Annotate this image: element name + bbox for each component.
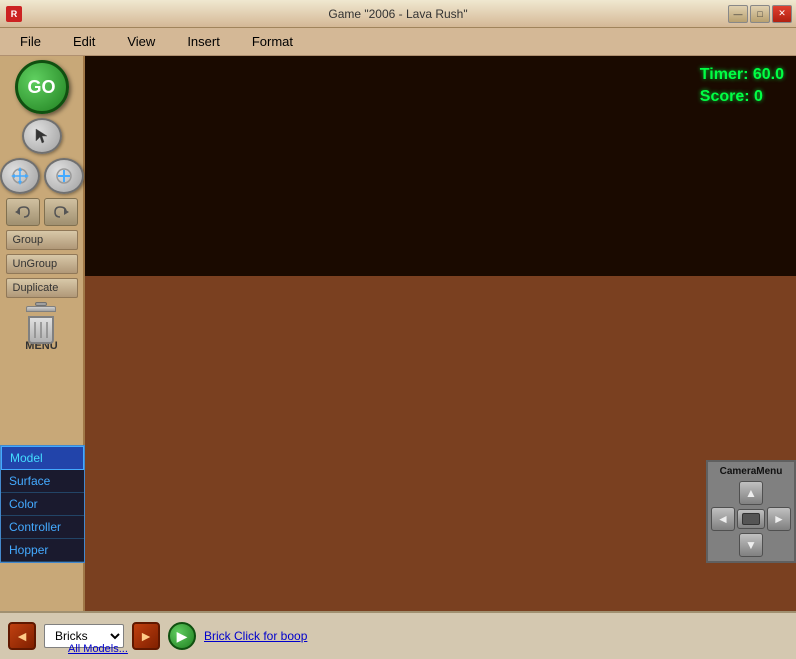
title-bar: R Game "2006 - Lava Rush" — □ ✕	[0, 0, 796, 28]
window-controls: — □ ✕	[728, 5, 792, 23]
duplicate-button[interactable]: Duplicate	[6, 278, 78, 298]
go-button[interactable]: GO	[15, 60, 69, 114]
game-canvas[interactable]: Timer: 60.0 Score: 0	[85, 56, 796, 611]
move-tool[interactable]	[0, 158, 40, 194]
all-models-link[interactable]: All Models...	[68, 643, 128, 655]
panel-item-color[interactable]: Color	[1, 493, 84, 516]
timer-display: Timer: 60.0	[700, 64, 784, 86]
timer-score-display: Timer: 60.0 Score: 0	[700, 64, 784, 109]
score-display: Score: 0	[700, 86, 784, 108]
menu-file[interactable]: File	[4, 32, 57, 51]
close-button[interactable]: ✕	[772, 5, 792, 23]
camera-left-button[interactable]: ◄	[711, 507, 735, 531]
panel-item-model[interactable]: Model	[1, 446, 84, 470]
panel-item-surface[interactable]: Surface	[1, 470, 84, 493]
camera-right-button[interactable]: ►	[767, 507, 791, 531]
menu-format[interactable]: Format	[236, 32, 309, 51]
select-tool[interactable]	[22, 118, 62, 154]
menu-bar: File Edit View Insert Format	[0, 28, 796, 56]
minimize-button[interactable]: —	[728, 5, 748, 23]
window-title: Game "2006 - Lava Rush"	[328, 7, 467, 21]
menu-edit[interactable]: Edit	[57, 32, 111, 51]
camera-down-button[interactable]: ▼	[739, 533, 763, 557]
camera-menu: CameraMenu ▲ ◄ ► ▼	[706, 460, 796, 563]
maximize-button[interactable]: □	[750, 5, 770, 23]
next-arrow-button[interactable]: ►	[132, 622, 160, 650]
camera-menu-label: CameraMenu	[720, 466, 783, 477]
menu-button[interactable]: MENU	[25, 302, 57, 352]
menu-insert[interactable]: Insert	[171, 32, 236, 51]
group-button[interactable]: Group	[6, 230, 78, 250]
play-button[interactable]: ▶	[168, 622, 196, 650]
game-top-area	[85, 56, 796, 276]
ungroup-button[interactable]: UnGroup	[6, 254, 78, 274]
panel-item-hopper[interactable]: Hopper	[1, 539, 84, 562]
camera-up-button[interactable]: ▲	[739, 481, 763, 505]
panel-item-controller[interactable]: Controller	[1, 516, 84, 539]
undo-button[interactable]	[6, 198, 40, 226]
camera-center-button[interactable]	[737, 509, 765, 529]
game-bottom-area	[85, 276, 796, 611]
brick-info-link[interactable]: Brick Click for boop	[204, 629, 307, 643]
menu-view[interactable]: View	[111, 32, 171, 51]
app-icon: R	[6, 6, 22, 22]
bottom-bar: ◄ Bricks ► ▶ Brick Click for boop All Mo…	[0, 611, 796, 659]
main-layout: GO	[0, 56, 796, 611]
prev-arrow-button[interactable]: ◄	[8, 622, 36, 650]
redo-button[interactable]	[44, 198, 78, 226]
add-tool[interactable]	[44, 158, 84, 194]
properties-panel: Model Surface Color Controller Hopper	[0, 445, 85, 563]
